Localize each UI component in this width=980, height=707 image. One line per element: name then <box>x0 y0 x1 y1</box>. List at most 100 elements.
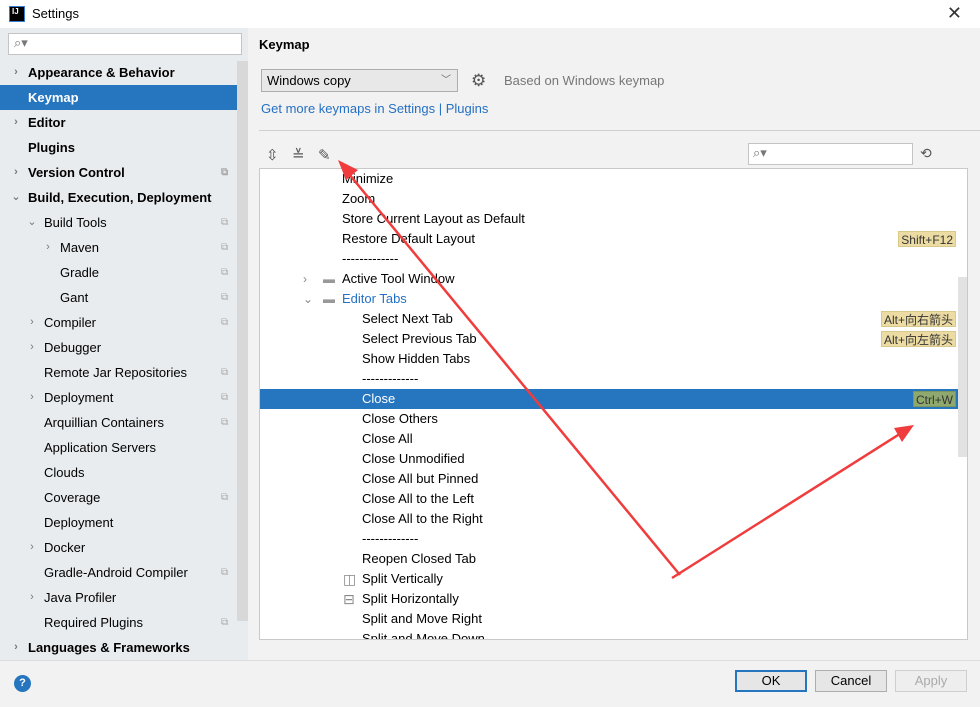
sidebar-item[interactable]: › Docker <box>0 535 236 560</box>
tree-row[interactable]: Restore Default Layout Shift+F12 <box>260 229 958 249</box>
edit-pencil-icon[interactable]: ✎ <box>318 146 331 164</box>
sidebar-item[interactable]: ⌄ Build Tools ⧉ <box>0 210 236 235</box>
sidebar-item[interactable]: Gradle-Android Compiler ⧉ <box>0 560 236 585</box>
keymap-select[interactable]: Windows copy ﹀ <box>261 69 458 92</box>
sidebar-item[interactable]: › Languages & Frameworks <box>0 635 236 660</box>
tree-row[interactable]: ------------- <box>260 369 958 389</box>
tree-row[interactable]: Select Previous Tab Alt+向左箭头 <box>260 329 958 349</box>
tree-row[interactable]: Store Current Layout as Default <box>260 209 958 229</box>
chevron-right-icon[interactable]: › <box>42 235 54 260</box>
tree-row[interactable]: Reopen Closed Tab <box>260 549 958 569</box>
apply-button[interactable]: Apply <box>895 670 967 692</box>
project-copy-icon: ⧉ <box>221 217 229 228</box>
action-search-input[interactable]: ⌕▾ <box>748 143 913 165</box>
cancel-button[interactable]: Cancel <box>815 670 887 692</box>
chevron-right-icon[interactable]: › <box>10 110 22 135</box>
tree-row[interactable]: Close Unmodified <box>260 449 958 469</box>
tree-row[interactable]: ------------- <box>260 249 958 269</box>
sidebar-item[interactable]: Coverage ⧉ <box>0 485 236 510</box>
chevron-down-icon[interactable]: ⌄ <box>303 289 313 309</box>
tree-row[interactable]: Show Hidden Tabs <box>260 349 958 369</box>
tree-row-label: Select Previous Tab <box>362 331 477 346</box>
sidebar-item[interactable]: Required Plugins ⧉ <box>0 610 236 635</box>
get-more-keymaps-link[interactable]: Get more keymaps in Settings | Plugins <box>261 101 488 116</box>
tree-row[interactable]: Split and Move Right <box>260 609 958 629</box>
sidebar-item[interactable]: › Version Control ⧉ <box>0 160 236 185</box>
tree-scrollbar[interactable] <box>958 277 967 457</box>
sidebar-item-label: Application Servers <box>44 440 156 455</box>
tree-row[interactable]: Minimize <box>260 169 958 189</box>
chevron-right-icon[interactable]: › <box>10 160 22 185</box>
tree-row[interactable]: Close All to the Left <box>260 489 958 509</box>
chevron-down-icon[interactable]: ⌄ <box>10 185 22 210</box>
chevron-right-icon[interactable]: › <box>10 60 22 85</box>
tree-row[interactable]: Close All to the Right <box>260 509 958 529</box>
tree-row[interactable]: Close Others <box>260 409 958 429</box>
sidebar-item[interactable]: Gradle ⧉ <box>0 260 236 285</box>
sidebar-item[interactable]: Keymap <box>0 85 248 110</box>
tree-row[interactable]: Select Next Tab Alt+向右箭头 <box>260 309 958 329</box>
shortcut-badge: Alt+向右箭头 <box>880 311 956 327</box>
sidebar-item-label: Required Plugins <box>44 615 144 630</box>
collapse-all-icon[interactable]: ≚ <box>292 146 305 164</box>
sidebar-scrollbar[interactable] <box>237 61 248 621</box>
sidebar-item[interactable]: › Compiler ⧉ <box>0 310 236 335</box>
sidebar-item[interactable]: › Editor <box>0 110 236 135</box>
tree-row-label: Close All to the Right <box>362 511 483 526</box>
sidebar-item-label: Remote Jar Repositories <box>44 365 188 380</box>
chevron-right-icon[interactable]: › <box>26 585 38 610</box>
tree-row[interactable]: ⊟ Split Horizontally <box>260 589 958 609</box>
search-icon: ⌕▾ <box>14 35 28 50</box>
keymap-tree: Minimize Zoom Store Current Layout as Defa… <box>259 168 968 640</box>
help-icon[interactable]: ? <box>14 675 31 692</box>
sidebar-item[interactable]: › Java Profiler <box>0 585 236 610</box>
close-icon[interactable]: ✕ <box>947 3 962 24</box>
chevron-right-icon[interactable]: › <box>26 535 38 560</box>
tree-row[interactable]: Split and Move Down <box>260 629 958 639</box>
chevron-right-icon[interactable]: › <box>303 269 307 289</box>
tree-row[interactable]: ⌄ ▬ Editor Tabs <box>260 289 958 309</box>
sidebar-item[interactable]: Gant ⧉ <box>0 285 236 310</box>
tree-row-label: Editor Tabs <box>342 291 407 306</box>
chevron-right-icon[interactable]: › <box>26 385 38 410</box>
tree-row[interactable]: Close Ctrl+W <box>260 389 958 409</box>
sidebar-item[interactable]: › Deployment ⧉ <box>0 385 236 410</box>
tree-row[interactable]: › ▬ Active Tool Window <box>260 269 958 289</box>
sidebar-item[interactable]: › Debugger <box>0 335 236 360</box>
chevron-down-icon[interactable]: ⌄ <box>26 210 38 235</box>
tree-row-label: Reopen Closed Tab <box>362 551 476 566</box>
sidebar-item[interactable]: Plugins <box>0 135 236 160</box>
sidebar-search-input[interactable]: ⌕▾ <box>8 33 242 55</box>
tree-row[interactable]: Zoom <box>260 189 958 209</box>
chevron-right-icon[interactable]: › <box>10 635 22 660</box>
sidebar-item[interactable]: ⌄ Build, Execution, Deployment <box>0 185 236 210</box>
sidebar-item-label: Java Profiler <box>44 590 117 605</box>
sidebar-item[interactable]: Deployment <box>0 510 236 535</box>
project-copy-icon: ⧉ <box>221 567 229 578</box>
sidebar-item[interactable]: › Maven ⧉ <box>0 235 236 260</box>
tree-row[interactable]: ------------- <box>260 529 958 549</box>
sidebar-item-label: Maven <box>60 240 100 255</box>
split-vertical-icon: ◫ <box>343 571 357 587</box>
based-on-label: Based on Windows keymap <box>504 73 665 88</box>
expand-all-icon[interactable]: ⇳ <box>266 146 279 164</box>
sidebar-item[interactable]: Application Servers <box>0 435 236 460</box>
tree-row-label: Close <box>362 391 396 406</box>
tree-row[interactable]: ◫ Split Vertically <box>260 569 958 589</box>
project-copy-icon: ⧉ <box>221 267 229 278</box>
ok-button[interactable]: OK <box>735 670 807 692</box>
chevron-right-icon[interactable]: › <box>26 310 38 335</box>
sidebar-item-label: Docker <box>44 540 86 555</box>
gear-icon[interactable]: ⚙ <box>471 71 486 91</box>
sidebar-item[interactable]: › Appearance & Behavior <box>0 60 236 85</box>
tree-row[interactable]: Close All <box>260 429 958 449</box>
sidebar-item[interactable]: Arquillian Containers ⧉ <box>0 410 236 435</box>
project-copy-icon: ⧉ <box>221 617 229 628</box>
chevron-right-icon[interactable]: › <box>26 335 38 360</box>
sidebar-item[interactable]: Remote Jar Repositories ⧉ <box>0 360 236 385</box>
sidebar-item[interactable]: Clouds <box>0 460 236 485</box>
find-by-shortcut-icon[interactable]: ⟲ <box>920 145 932 162</box>
sidebar-item-label: Languages & Frameworks <box>28 640 190 655</box>
tree-row[interactable]: Close All but Pinned <box>260 469 958 489</box>
tree-row-label: Store Current Layout as Default <box>342 211 525 226</box>
